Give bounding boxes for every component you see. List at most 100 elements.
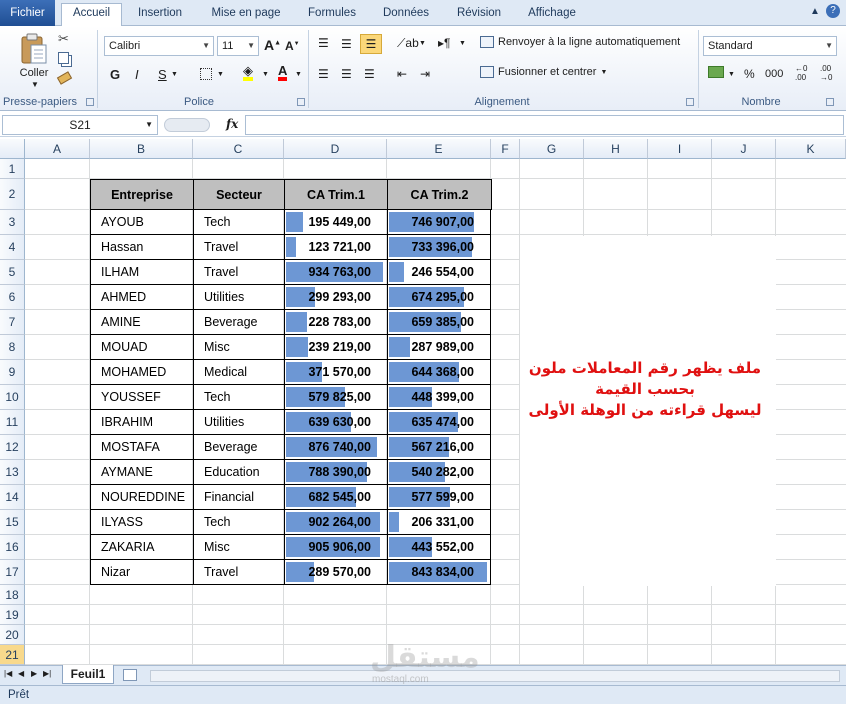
- cell-ca-trim1[interactable]: 639 630,00: [284, 410, 387, 435]
- cell-company[interactable]: YOUSSEF: [90, 385, 193, 410]
- cell-company[interactable]: IBRAHIM: [90, 410, 193, 435]
- row-header-21[interactable]: 21: [0, 645, 25, 665]
- cell-company[interactable]: AYMANE: [90, 460, 193, 485]
- header-secteur[interactable]: Secteur: [193, 179, 285, 210]
- cell-ca-trim2[interactable]: 659 385,00: [387, 310, 491, 335]
- cell-ca-trim1[interactable]: 123 721,00: [284, 235, 387, 260]
- cell-sector[interactable]: Tech: [193, 510, 284, 535]
- row-header-15[interactable]: 15: [0, 510, 25, 535]
- decrease-indent-icon[interactable]: ⇤: [397, 67, 407, 81]
- cell-ca-trim2[interactable]: 567 216,00: [387, 435, 491, 460]
- header-entreprise[interactable]: Entreprise: [90, 179, 194, 210]
- align-bottom-icon[interactable]: ☰: [360, 34, 382, 54]
- cell-ca-trim1[interactable]: 682 545,00: [284, 485, 387, 510]
- column-header-g[interactable]: G: [520, 139, 584, 159]
- cell-ca-trim1[interactable]: 371 570,00: [284, 360, 387, 385]
- cell-ca-trim2[interactable]: 448 399,00: [387, 385, 491, 410]
- cell-company[interactable]: ZAKARIA: [90, 535, 193, 560]
- borders-dropdown-icon[interactable]: ▼: [217, 71, 224, 78]
- alignment-launcher-icon[interactable]: [686, 98, 694, 106]
- cell-ca-trim1[interactable]: 239 219,00: [284, 335, 387, 360]
- cell-company[interactable]: AYOUB: [90, 210, 193, 235]
- cell-ca-trim1[interactable]: 289 570,00: [284, 560, 387, 585]
- cell-ca-trim1[interactable]: 228 783,00: [284, 310, 387, 335]
- insert-function-icon[interactable]: fx: [226, 117, 238, 131]
- font-color-dropdown-icon[interactable]: ▼: [295, 71, 302, 78]
- name-box[interactable]: S21 ▼: [2, 115, 158, 135]
- text-direction-icon[interactable]: ▸¶: [438, 36, 450, 50]
- horizontal-scrollbar[interactable]: [150, 670, 840, 682]
- row-header-3[interactable]: 3: [0, 210, 25, 235]
- row-header-13[interactable]: 13: [0, 460, 25, 485]
- thousands-separator-button[interactable]: 000: [765, 68, 783, 80]
- cell-ca-trim2[interactable]: 746 907,00: [387, 210, 491, 235]
- last-sheet-icon[interactable]: ▶|: [43, 669, 51, 678]
- column-header-i[interactable]: I: [648, 139, 712, 159]
- cell-sector[interactable]: Financial: [193, 485, 284, 510]
- bold-button[interactable]: G: [110, 67, 120, 82]
- formula-input[interactable]: [245, 115, 844, 135]
- wrap-text-button[interactable]: Renvoyer à la ligne automatiquement: [480, 36, 680, 48]
- align-right-icon[interactable]: ☰: [364, 67, 375, 81]
- cell-ca-trim2[interactable]: 443 552,00: [387, 535, 491, 560]
- cell-company[interactable]: AHMED: [90, 285, 193, 310]
- row-header-1[interactable]: 1: [0, 159, 25, 179]
- row-header-5[interactable]: 5: [0, 260, 25, 285]
- cell-ca-trim2[interactable]: 733 396,00: [387, 235, 491, 260]
- row-header-4[interactable]: 4: [0, 235, 25, 260]
- align-center-icon[interactable]: ☰: [341, 67, 352, 81]
- cell-ca-trim2[interactable]: 246 554,00: [387, 260, 491, 285]
- copy-icon[interactable]: [58, 52, 69, 64]
- prev-sheet-icon[interactable]: ◀: [18, 669, 24, 678]
- cell-ca-trim1[interactable]: 579 825,00: [284, 385, 387, 410]
- currency-icon[interactable]: [708, 66, 724, 78]
- clipboard-launcher-icon[interactable]: [86, 98, 94, 106]
- row-header-10[interactable]: 10: [0, 385, 25, 410]
- cell-sector[interactable]: Beverage: [193, 435, 284, 460]
- column-header-j[interactable]: J: [712, 139, 776, 159]
- column-header-a[interactable]: A: [25, 139, 90, 159]
- font-size-dropdown[interactable]: 11 ▼: [217, 36, 259, 56]
- align-left-icon[interactable]: ☰: [318, 67, 329, 81]
- cell-sector[interactable]: Education: [193, 460, 284, 485]
- tab-insert[interactable]: Insertion: [128, 4, 192, 26]
- row-header-16[interactable]: 16: [0, 535, 25, 560]
- orientation-icon[interactable]: ⟋ab: [397, 36, 419, 51]
- merge-center-button[interactable]: Fusionner et centrer ▼: [480, 66, 607, 78]
- cell-sector[interactable]: Travel: [193, 560, 284, 585]
- cell-sector[interactable]: Travel: [193, 260, 284, 285]
- decrease-decimal-icon[interactable]: .00 →0: [820, 64, 832, 82]
- cell-sector[interactable]: Misc: [193, 535, 284, 560]
- tab-review[interactable]: Révision: [448, 4, 510, 26]
- borders-icon[interactable]: [200, 68, 212, 80]
- cut-icon[interactable]: ✂: [58, 31, 69, 47]
- row-header-18[interactable]: 18: [0, 585, 25, 605]
- underline-button[interactable]: S: [158, 67, 167, 82]
- row-header-20[interactable]: 20: [0, 625, 25, 645]
- cell-ca-trim2[interactable]: 287 989,00: [387, 335, 491, 360]
- header-ca-trim1[interactable]: CA Trim.1: [284, 179, 388, 210]
- tab-view[interactable]: Affichage: [520, 4, 584, 26]
- cell-sector[interactable]: Tech: [193, 385, 284, 410]
- paste-button[interactable]: Coller: [14, 30, 54, 82]
- cell-company[interactable]: NOUREDDINE: [90, 485, 193, 510]
- font-name-dropdown[interactable]: Calibri ▼: [104, 36, 214, 56]
- column-header-d[interactable]: D: [284, 139, 387, 159]
- tab-data[interactable]: Données: [374, 4, 438, 26]
- underline-dropdown-icon[interactable]: ▼: [171, 71, 178, 78]
- cell-ca-trim1[interactable]: 934 763,00: [284, 260, 387, 285]
- row-header-17[interactable]: 17: [0, 560, 25, 585]
- cell-ca-trim1[interactable]: 299 293,00: [284, 285, 387, 310]
- row-header-12[interactable]: 12: [0, 435, 25, 460]
- next-sheet-icon[interactable]: ▶: [31, 669, 37, 678]
- shrink-font-icon[interactable]: A▼: [285, 39, 300, 53]
- cell-sector[interactable]: Utilities: [193, 410, 284, 435]
- font-color-icon[interactable]: A: [278, 64, 288, 81]
- tab-page-layout[interactable]: Mise en page: [203, 4, 289, 26]
- number-launcher-icon[interactable]: [826, 98, 834, 106]
- cell-company[interactable]: AMINE: [90, 310, 193, 335]
- text-direction-dropdown-icon[interactable]: ▼: [459, 40, 466, 47]
- row-header-9[interactable]: 9: [0, 360, 25, 385]
- italic-button[interactable]: I: [135, 67, 139, 82]
- row-header-14[interactable]: 14: [0, 485, 25, 510]
